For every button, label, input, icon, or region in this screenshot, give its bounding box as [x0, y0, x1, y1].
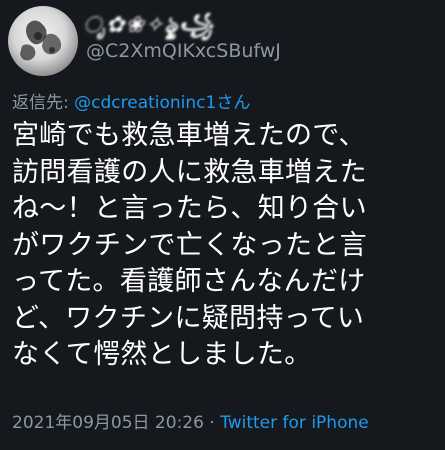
- tweet-text: 宮崎でも救急車増えたので、 訪問看護の人に救急車増えた ね〜！と言ったら、知り合…: [12, 118, 437, 374]
- tweet-meta: 2021年09月05日 20:26 · Twitter for iPhone: [12, 408, 369, 433]
- tweet-text-line: 訪問看護の人に救急車増えた: [12, 156, 367, 188]
- meta-separator: ·: [203, 413, 221, 433]
- user-handle[interactable]: @C2XmQIKxcSBufwJ: [86, 40, 281, 62]
- reply-mention-link[interactable]: @cdcreationinc1さん: [74, 93, 250, 113]
- tweet-timestamp[interactable]: 2021年09月05日 20:26: [12, 413, 204, 433]
- tweet-text-line: なくて愕然としました。: [12, 339, 312, 370]
- tweet-text-line: 宮崎でも救急車増えたので、: [12, 120, 366, 151]
- tweet-text-line: ってた。看護師さんなんだけ: [12, 266, 366, 297]
- avatar-icon: [20, 20, 62, 61]
- reply-label: 返信先:: [12, 93, 75, 113]
- tweet-source-link[interactable]: Twitter for iPhone: [220, 413, 369, 433]
- display-name[interactable]: ೃ✿❀✧ৡৢ꧁: [83, 8, 289, 38]
- tweet-text-line: ね〜！と言ったら、知り合い: [12, 193, 367, 224]
- tweet-text-line: がワクチンで亡くなったと言: [12, 229, 367, 261]
- tweet-text-line: ど、ワクチンに疑問持ってい: [12, 302, 365, 334]
- reply-to-line: 返信先: @cdcreationinc1さん: [12, 88, 250, 113]
- avatar[interactable]: [8, 6, 78, 76]
- tweet-card: ೃ✿❀✧ৡৢ꧁ @C2XmQIKxcSBufwJ 返信先: @cdcreatio…: [0, 0, 445, 450]
